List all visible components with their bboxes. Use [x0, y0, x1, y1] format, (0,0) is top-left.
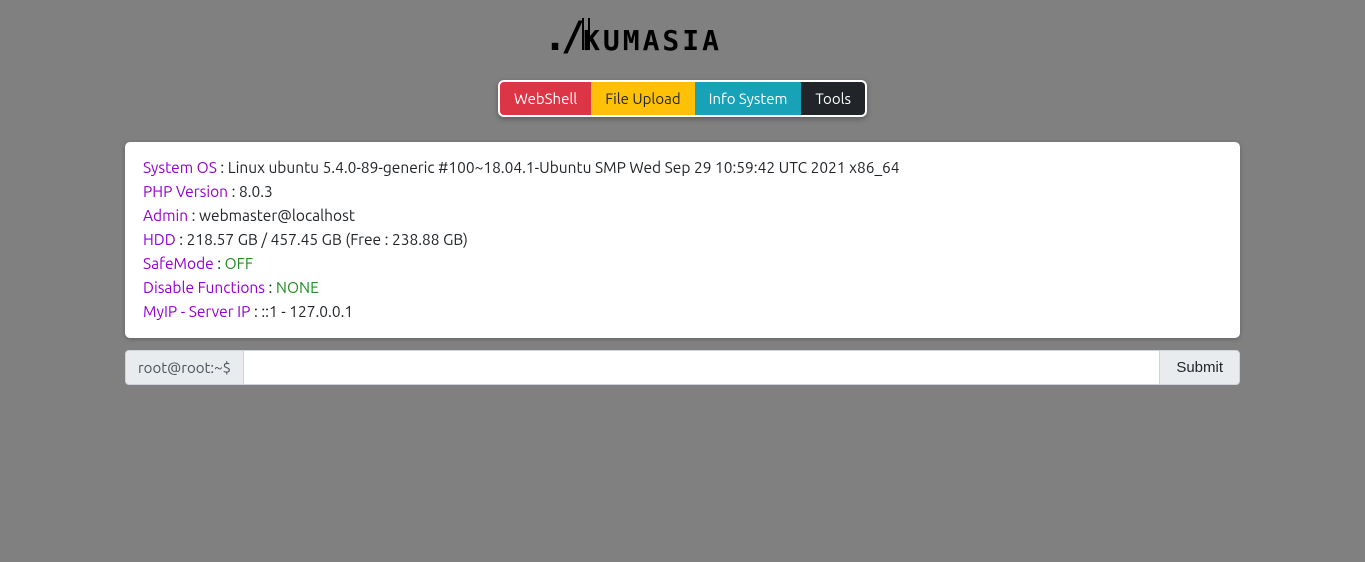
safemode-label: SafeMode [143, 255, 214, 272]
safemode-colon: : [214, 255, 225, 272]
hdd-value: : 218.57 GB / 457.45 GB (Free : 238.88 G… [176, 231, 468, 248]
logo-svg: . / kumasia [543, 10, 823, 62]
submit-button[interactable]: Submit [1159, 350, 1240, 385]
info-system-box: System OS : Linux ubuntu 5.4.0-89-generi… [125, 142, 1240, 338]
system-os-value: : Linux ubuntu 5.4.0-89-generic #100~18.… [217, 159, 900, 176]
svg-text:kumasia: kumasia [583, 14, 722, 60]
tab-webshell[interactable]: WebShell [500, 82, 591, 115]
tab-info-system[interactable]: Info System [695, 82, 802, 115]
info-system-os: System OS : Linux ubuntu 5.4.0-89-generi… [143, 156, 1222, 180]
tab-tools[interactable]: Tools [801, 82, 865, 115]
info-hdd: HDD : 218.57 GB / 457.45 GB (Free : 238.… [143, 228, 1222, 252]
info-php-version: PHP Version : 8.0.3 [143, 180, 1222, 204]
command-input[interactable] [243, 350, 1159, 385]
disable-functions-label: Disable Functions [143, 279, 265, 296]
php-version-label: PHP Version [143, 183, 228, 200]
hdd-label: HDD [143, 231, 176, 248]
php-version-value: : 8.0.3 [228, 183, 273, 200]
admin-label: Admin [143, 207, 188, 224]
myip-label: MyIP - Server IP [143, 303, 250, 320]
logo: . / kumasia [543, 10, 823, 70]
system-os-label: System OS [143, 159, 217, 176]
command-bar: root@root:~$ Submit [125, 350, 1240, 385]
safemode-value: OFF [225, 255, 253, 272]
disable-functions-colon: : [265, 279, 276, 296]
content: System OS : Linux ubuntu 5.4.0-89-generi… [125, 142, 1240, 385]
info-myip: MyIP - Server IP : ::1 - 127.0.0.1 [143, 300, 1222, 324]
info-safemode: SafeMode : OFF [143, 252, 1222, 276]
shell-prompt: root@root:~$ [125, 350, 243, 385]
admin-value: : webmaster@localhost [188, 207, 355, 224]
tab-file-upload[interactable]: File Upload [591, 82, 694, 115]
nav-tabs: WebShell File Upload Info System Tools [498, 80, 867, 117]
myip-value: : ::1 - 127.0.0.1 [250, 303, 353, 320]
nav-container: WebShell File Upload Info System Tools [0, 80, 1365, 117]
header: . / kumasia [0, 0, 1365, 70]
info-admin: Admin : webmaster@localhost [143, 204, 1222, 228]
info-disable-functions: Disable Functions : NONE [143, 276, 1222, 300]
disable-functions-value: NONE [276, 279, 319, 296]
